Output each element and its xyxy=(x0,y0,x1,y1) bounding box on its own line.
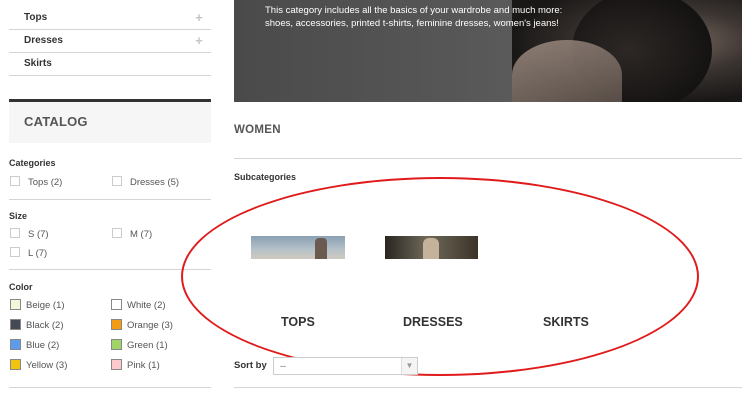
banner-model-shoulder xyxy=(512,40,622,102)
color-swatch[interactable] xyxy=(111,319,122,330)
sort-by-label: Sort by xyxy=(234,360,267,371)
checkbox[interactable] xyxy=(112,176,122,187)
page-title: WOMEN xyxy=(234,124,281,136)
color-swatch[interactable] xyxy=(111,359,122,370)
color-swatch[interactable] xyxy=(10,339,21,350)
filter-option-size-l[interactable]: L (7) xyxy=(10,247,47,260)
checkbox[interactable] xyxy=(10,228,20,239)
left-sidebar: Tops + Dresses + Skirts CATALOG Categori… xyxy=(0,0,212,394)
banner-description-line: shoes, accessories, printed t-shirts, fe… xyxy=(265,18,559,29)
filter-option-color[interactable]: Beige (1) xyxy=(10,299,65,312)
sort-select[interactable]: -- ▼ xyxy=(273,357,418,375)
divider xyxy=(9,199,211,200)
catalog-header: CATALOG xyxy=(9,99,211,143)
color-swatch[interactable] xyxy=(10,319,21,330)
sidebar-item-label: Tops xyxy=(24,12,48,23)
filter-option-color[interactable]: Black (2) xyxy=(10,319,63,332)
sidebar-item-dresses[interactable]: Dresses + xyxy=(9,30,211,53)
filter-option-size-s[interactable]: S (7) xyxy=(10,228,49,241)
divider xyxy=(234,158,742,159)
filter-option-size-m[interactable]: M (7) xyxy=(112,228,152,241)
expand-plus-icon[interactable]: + xyxy=(192,7,206,29)
expand-plus-icon[interactable]: + xyxy=(192,30,206,52)
checkbox[interactable] xyxy=(10,247,20,258)
filter-option-tops[interactable]: Tops (2) xyxy=(10,176,62,189)
subcategories-label: Subcategories xyxy=(234,172,297,182)
sidebar-item-skirts[interactable]: Skirts xyxy=(9,53,211,76)
filter-option-color[interactable]: Yellow (3) xyxy=(10,359,67,372)
divider xyxy=(9,387,211,388)
banner-description-line: This category includes all the basics of… xyxy=(265,5,563,16)
filter-option-color[interactable]: Blue (2) xyxy=(10,339,59,352)
catalog-title: CATALOG xyxy=(24,114,88,129)
divider xyxy=(234,387,742,388)
filter-size-title: Size xyxy=(9,211,28,221)
chevron-down-icon[interactable]: ▼ xyxy=(401,358,417,374)
red-annotation-ellipse xyxy=(181,177,699,376)
category-banner: This category includes all the basics of… xyxy=(234,0,742,102)
filter-color-title: Color xyxy=(9,282,33,292)
checkbox[interactable] xyxy=(112,228,122,239)
sidebar-item-label: Skirts xyxy=(24,58,52,69)
color-swatch[interactable] xyxy=(10,299,21,310)
color-swatch[interactable] xyxy=(111,339,122,350)
checkbox[interactable] xyxy=(10,176,20,187)
filter-option-color[interactable]: Pink (1) xyxy=(111,359,160,372)
sidebar-item-label: Dresses xyxy=(24,35,63,46)
sidebar-item-tops[interactable]: Tops + xyxy=(9,7,211,30)
color-swatch[interactable] xyxy=(10,359,21,370)
sort-select-value: -- xyxy=(280,361,286,371)
filter-option-color[interactable]: Green (1) xyxy=(111,339,168,352)
filter-categories-title: Categories xyxy=(9,158,56,168)
filter-option-dresses[interactable]: Dresses (5) xyxy=(112,176,179,189)
filter-option-color[interactable]: White (2) xyxy=(111,299,166,312)
color-swatch[interactable] xyxy=(111,299,122,310)
filter-option-color[interactable]: Orange (3) xyxy=(111,319,173,332)
